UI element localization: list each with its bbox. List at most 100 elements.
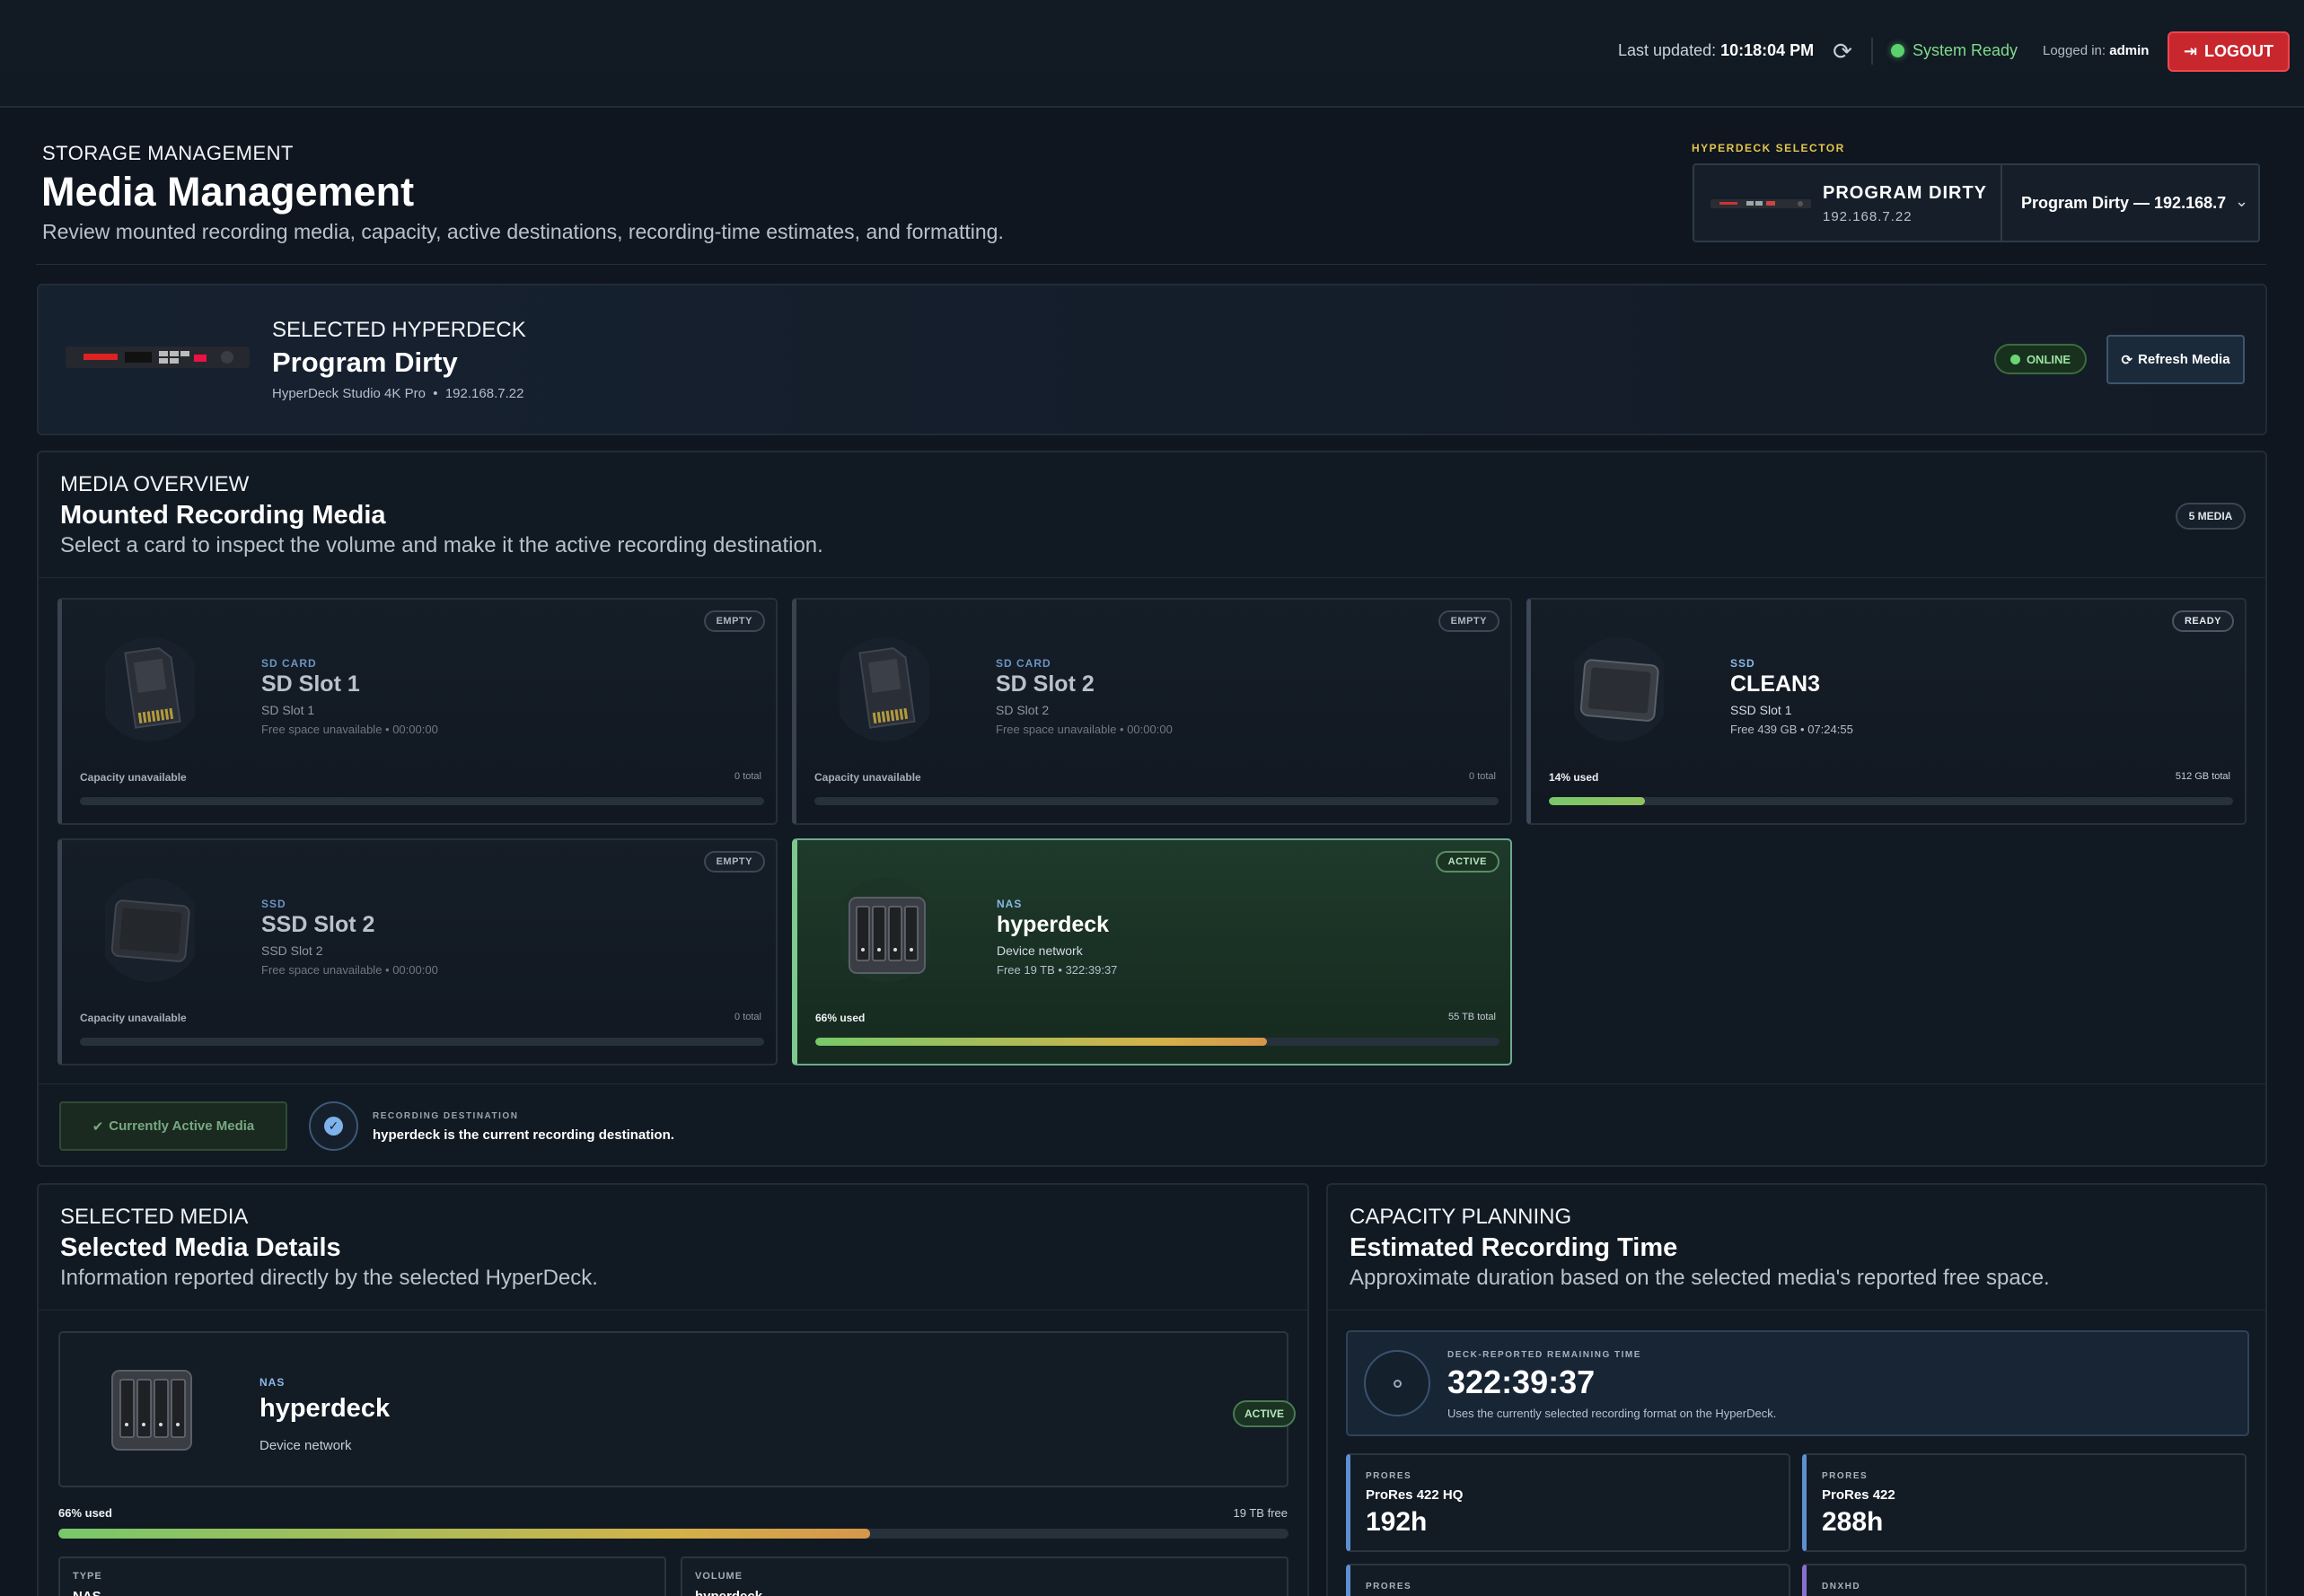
media-total: 512 GB total [2175, 771, 2230, 782]
details-used: 66% used [58, 1506, 112, 1520]
details-eyebrow: SELECTED MEDIA [60, 1205, 249, 1229]
capacity-bar [58, 1529, 1288, 1539]
selector-device-ip: 192.168.7.22 [1823, 209, 1913, 224]
media-card-sd-slot-2[interactable]: EMPTY SD CARD SD Slot 2 SD Slot 2 Free s… [792, 598, 1512, 825]
detail-field-type: TYPENAS [58, 1557, 666, 1596]
status-dot-icon [2009, 354, 2020, 364]
last-updated: Last updated: 10:18:04 PM [1618, 41, 1815, 59]
media-name: CLEAN3 [1730, 671, 1821, 697]
media-slot: SD Slot 1 [261, 703, 315, 717]
media-card-ssd-slot-2[interactable]: EMPTY SSD SSD Slot 2 SSD Slot 2 Free spa… [57, 838, 778, 1065]
media-type: SSD [261, 898, 286, 910]
hyperdeck-device-icon [1710, 199, 1811, 208]
remaining-time-label: DECK-REPORTED REMAINING TIME [1447, 1350, 1641, 1360]
media-subtitle: Select a card to inspect the volume and … [60, 533, 823, 557]
page-eyebrow: STORAGE MANAGEMENT [42, 142, 294, 164]
hyperdeck-dropdown[interactable]: Program Dirty — 192.168.7 [2021, 194, 2226, 213]
ssd-icon [1574, 637, 1664, 741]
divider [39, 1083, 2265, 1084]
capacity-title: Estimated Recording Time [1350, 1233, 1678, 1262]
status-badge: EMPTY [703, 851, 765, 873]
selected-media-panel: SELECTED MEDIA Selected Media Details In… [37, 1183, 1309, 1596]
media-type: NAS [997, 898, 1023, 910]
selected-hyperdeck-panel: SELECTED HYPERDECK Program Dirty HyperDe… [37, 284, 2267, 435]
media-slot: SSD Slot 2 [261, 943, 323, 958]
media-free: Free 439 GB • 07:24:55 [1730, 723, 1853, 736]
format-card-prores-422: PRORES ProRes 422 288h [1802, 1453, 2247, 1552]
capacity-bar [815, 1038, 1499, 1046]
nas-icon [111, 1370, 192, 1451]
capacity-bar [1549, 797, 2233, 805]
capacity-planning-panel: CAPACITY PLANNING Estimated Recording Ti… [1326, 1183, 2267, 1596]
media-title: Mounted Recording Media [60, 501, 386, 530]
format-card-dnxhd: DNXHD [1802, 1564, 2247, 1596]
media-used: Capacity unavailable [80, 1012, 187, 1024]
hyperdeck-selector-label: HYPERDECK SELECTOR [1692, 142, 1845, 154]
hyperdeck-selector[interactable]: PROGRAM DIRTY 192.168.7.22 Program Dirty… [1693, 163, 2260, 242]
divider [1871, 38, 1873, 65]
recording-destination-text: hyperdeck is the current recording desti… [373, 1127, 674, 1143]
refresh-icon[interactable]: ⟳ [1830, 39, 1855, 64]
refresh-icon: ⟳ [2121, 352, 2133, 368]
details-network: Device network [259, 1438, 352, 1453]
capacity-bar [80, 797, 764, 805]
system-status: System Ready [1913, 41, 2018, 59]
sd-card-icon [105, 637, 195, 741]
format-card-prores: PRORES [1346, 1564, 1790, 1596]
details-type: NAS [259, 1376, 286, 1389]
media-name: hyperdeck [997, 912, 1110, 937]
refresh-media-button[interactable]: ⟳ Refresh Media [2106, 335, 2245, 384]
media-used: 14% used [1549, 771, 1599, 784]
logout-button[interactable]: ⇥ LOGOUT [2168, 31, 2290, 72]
logout-icon: ⇥ [2183, 42, 2198, 60]
divider [39, 577, 2265, 578]
format-card-prores-422-hq: PRORES ProRes 422 HQ 192h [1346, 1453, 1790, 1552]
status-badge: READY [2171, 610, 2234, 632]
nas-icon [840, 878, 930, 982]
hyperdeck-meta: HyperDeck Studio 4K Pro • 192.168.7.22 [272, 386, 524, 401]
selector-device-name: PROGRAM DIRTY [1823, 183, 1987, 203]
media-card-clean3[interactable]: READY SSD CLEAN3 SSD Slot 1 Free 439 GB … [1526, 598, 2247, 825]
media-card-sd-slot-1[interactable]: EMPTY SD CARD SD Slot 1 SD Slot 1 Free s… [57, 598, 778, 825]
capacity-fill [58, 1529, 871, 1539]
media-free: Free space unavailable • 00:00:00 [996, 723, 1173, 736]
sd-card-icon [840, 637, 929, 741]
chevron-down-icon[interactable]: ⌄ [2235, 192, 2248, 211]
details-free: 19 TB free [1233, 1506, 1288, 1520]
media-total: 0 total [734, 771, 761, 782]
media-name: SD Slot 2 [996, 671, 1095, 697]
media-slot: SSD Slot 1 [1730, 703, 1792, 717]
hyperdeck-device-image [66, 346, 250, 368]
divider [1328, 1310, 2265, 1311]
remaining-time-note: Uses the currently selected recording fo… [1447, 1407, 1777, 1420]
recording-destination-icon: ✓ [309, 1101, 358, 1151]
media-total: 0 total [734, 1012, 761, 1022]
detail-field-volume: VOLUMEhyperdeck [681, 1557, 1288, 1596]
top-bar: Last updated: 10:18:04 PM ⟳ System Ready… [0, 0, 2304, 108]
media-name: SSD Slot 2 [261, 912, 375, 937]
media-overview-panel: MEDIA OVERVIEW Mounted Recording Media S… [37, 451, 2267, 1167]
hyperdeck-name: Program Dirty [272, 346, 458, 378]
recording-destination-label: RECORDING DESTINATION [373, 1111, 519, 1121]
status-badge: ACTIVE [1435, 851, 1499, 873]
media-free: Free 19 TB • 322:39:37 [997, 963, 1118, 977]
media-type: SSD [1730, 657, 1755, 670]
media-card-hyperdeck[interactable]: ACTIVE NAS hyperdeck Device network Free… [792, 838, 1512, 1065]
media-type: SD CARD [261, 657, 317, 670]
media-slot: SD Slot 2 [996, 703, 1050, 717]
status-badge: EMPTY [1438, 610, 1499, 632]
selected-media-card: NAS hyperdeck Device network ACTIVE [58, 1331, 1296, 1487]
clock-icon [1364, 1350, 1430, 1416]
details-name: hyperdeck [259, 1394, 391, 1423]
remaining-time-card: DECK-REPORTED REMAINING TIME 322:39:37 U… [1346, 1330, 2249, 1436]
capacity-subtitle: Approximate duration based on the select… [1350, 1266, 2050, 1290]
currently-active-media-button[interactable]: ✔ Currently Active Media [59, 1101, 287, 1151]
media-used: Capacity unavailable [80, 771, 187, 784]
page-title: Media Management [41, 169, 415, 215]
media-eyebrow: MEDIA OVERVIEW [60, 472, 250, 496]
media-free: Free space unavailable • 00:00:00 [261, 963, 438, 977]
status-badge: EMPTY [703, 610, 765, 632]
media-type: SD CARD [996, 657, 1051, 670]
logged-in-user: Logged in: admin [2043, 43, 2150, 58]
media-slot: Device network [997, 943, 1083, 958]
